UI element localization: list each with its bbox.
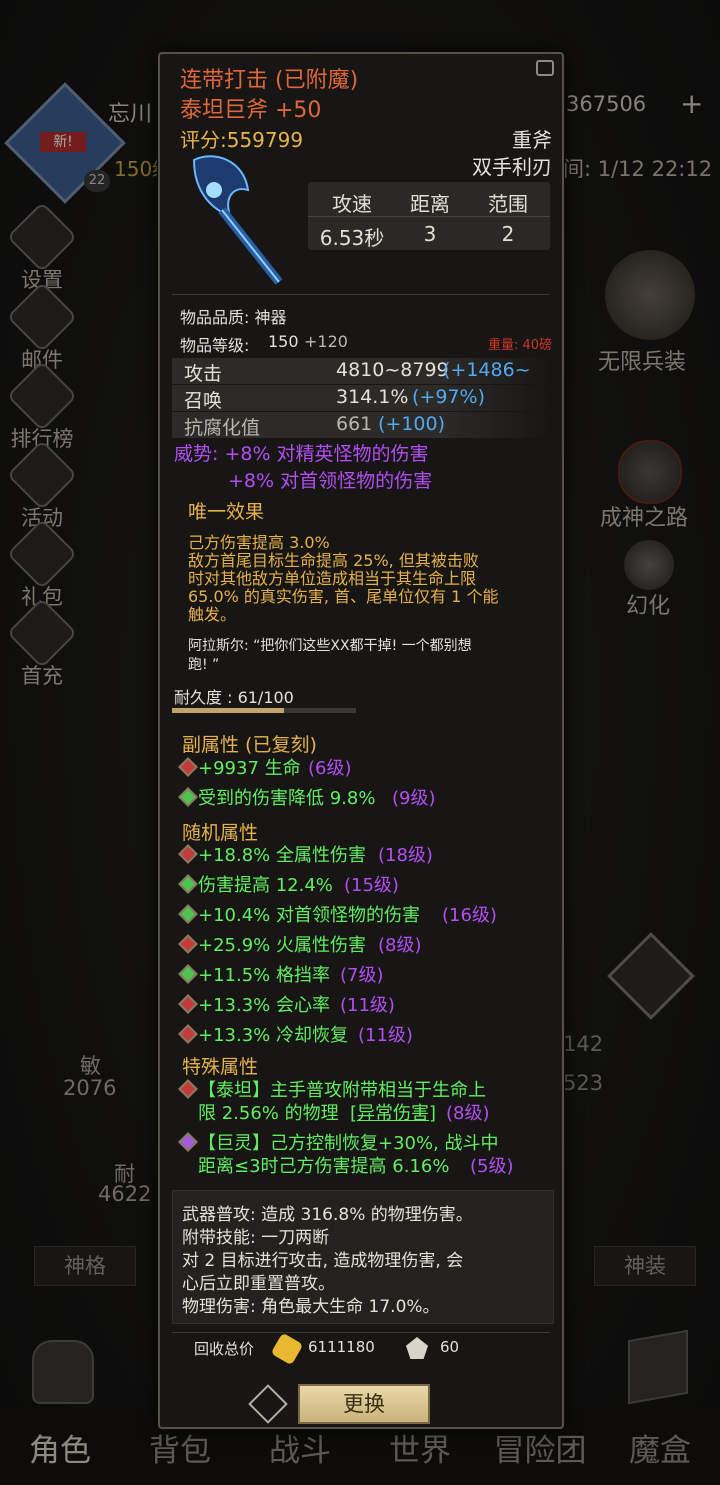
divider [172, 294, 550, 295]
sub-attr-level: (6级) [308, 758, 352, 779]
red-gem-icon [178, 1079, 198, 1099]
special-attr-title: 特殊属性 [182, 1056, 259, 1078]
red-gem-icon [178, 1024, 198, 1044]
item-level-bonus: +120 [304, 332, 348, 351]
durability-fill [172, 708, 285, 713]
base-stat-value: 661 [336, 413, 373, 435]
skill-text-line: 武器普攻: 造成 316.8% 的物理伤害。 [182, 1205, 473, 1225]
gold-icon [270, 1332, 304, 1366]
recycle-shard-value: 60 [440, 1338, 460, 1356]
special-attr-line: 限 2.56% 的物理 [198, 1103, 339, 1124]
random-attr-level: (16级) [442, 905, 497, 926]
stat-value-area: 2 [501, 222, 515, 246]
red-gem-icon [178, 934, 198, 954]
shard-icon [406, 1337, 428, 1359]
base-stat-bonus: (+1486~ [443, 359, 531, 381]
base-stat-value: 314.1% [336, 386, 409, 408]
sub-attr-text: 受到的伤害降低 9.8% [198, 788, 376, 809]
red-gem-icon [178, 757, 198, 777]
item-weight: 重量: 40磅 [487, 338, 552, 353]
quote-line: 跑! ” [188, 657, 220, 673]
recycle-gold-value: 6111180 [308, 1338, 375, 1356]
abnormal-damage-link[interactable]: [异常伤害] [350, 1099, 436, 1125]
purple-gem-icon [178, 1132, 198, 1152]
stat-table-divider [308, 216, 550, 217]
unique-text-line: 触发。 [188, 605, 237, 624]
base-stat-label: 抗腐化值 [184, 417, 261, 439]
axe-icon [192, 155, 283, 285]
base-stat-bonus: (+97%) [412, 386, 485, 408]
weapon-stats-table: 攻速 距离 范围 6.53秒 3 2 [308, 182, 550, 250]
stat-header-range: 距离 [410, 192, 450, 216]
red-gem-icon [178, 994, 198, 1014]
divider [172, 1332, 550, 1333]
random-attr-text: +13.3% 冷却恢复 [198, 1025, 348, 1046]
green-gem-icon [178, 874, 198, 894]
item-name: 泰坦巨斧 +50 [180, 98, 322, 123]
skill-text-line: 附带技能: 一刀两断 [182, 1228, 330, 1248]
lock-icon[interactable] [536, 60, 554, 76]
durability-bar [172, 708, 356, 713]
base-stat-value: 4810~8799 [336, 359, 449, 381]
recycle-label: 回收总价 [194, 1340, 255, 1358]
skill-text-line: 心后立即重置普攻。 [182, 1274, 335, 1294]
item-hand: 双手利刃 [472, 155, 552, 179]
random-attr-level: (15级) [344, 875, 399, 896]
swap-button[interactable]: 更换 [298, 1384, 430, 1424]
stat-value-range: 3 [423, 222, 437, 246]
item-type: 重斧 [512, 128, 552, 152]
sub-attr-level: (9级) [392, 788, 436, 809]
random-attr-level: (11级) [340, 995, 395, 1016]
power-line-2: +8% 对首领怪物的伤害 [228, 470, 433, 492]
red-gem-icon [178, 844, 198, 864]
random-attr-level: (18级) [378, 845, 433, 866]
item-level-label: 物品等级: [180, 336, 250, 355]
sub-attr-text: +9937 生命 [198, 758, 301, 779]
power-line-1: 威势: +8% 对精英怪物的伤害 [174, 443, 429, 465]
random-attr-text: +25.9% 火属性伤害 [198, 935, 366, 956]
special-attr-level: (5级) [470, 1156, 514, 1177]
sub-attr-title: 副属性 (已复刻) [182, 734, 317, 756]
green-gem-icon [178, 787, 198, 807]
skill-text-line: 物理伤害: 角色最大生命 17.0%。 [182, 1297, 440, 1317]
quote-line: 阿拉斯尔: “把你们这些XX都干掉! 一个都别想 [188, 638, 472, 654]
item-level-value: 150 [268, 332, 299, 351]
item-score: 评分:559799 [180, 128, 304, 152]
green-gem-icon [178, 904, 198, 924]
enchant-line: 连带打击 (已附魔) [180, 68, 359, 93]
random-attr-text: +13.3% 会心率 [198, 995, 330, 1016]
special-attr-line: 距离≤3时己方伤害提高 6.16% [198, 1156, 450, 1177]
stat-header-area: 范围 [488, 192, 528, 216]
stat-value-speed: 6.53秒 [319, 226, 385, 250]
special-attr-level: (8级) [446, 1103, 490, 1124]
random-attr-text: 伤害提高 12.4% [198, 875, 333, 896]
random-attr-level: (8级) [378, 935, 422, 956]
share-button[interactable] [248, 1384, 288, 1424]
random-attr-level: (7级) [340, 965, 384, 986]
base-stat-bonus: (+100) [378, 413, 446, 435]
random-attr-text: +11.5% 格挡率 [198, 965, 330, 986]
base-stat-label: 召唤 [184, 390, 223, 412]
durability-text: 耐久度 : 61/100 [174, 688, 294, 707]
item-quality: 物品品质: 神器 [180, 308, 287, 327]
item-tooltip: 连带打击 (已附魔) 泰坦巨斧 +50 评分:559799 重斧 双手利刃 攻速… [158, 52, 564, 1429]
skill-text-line: 对 2 目标进行攻击, 造成物理伤害, 会 [182, 1251, 464, 1271]
green-gem-icon [178, 964, 198, 984]
random-attr-text: +10.4% 对首领怪物的伤害 [198, 905, 420, 926]
random-attr-text: +18.8% 全属性伤害 [198, 845, 366, 866]
unique-title: 唯一效果 [188, 501, 265, 523]
random-attr-level: (11级) [358, 1025, 413, 1046]
stat-header-speed: 攻速 [332, 192, 372, 216]
base-stat-label: 攻击 [184, 363, 223, 385]
